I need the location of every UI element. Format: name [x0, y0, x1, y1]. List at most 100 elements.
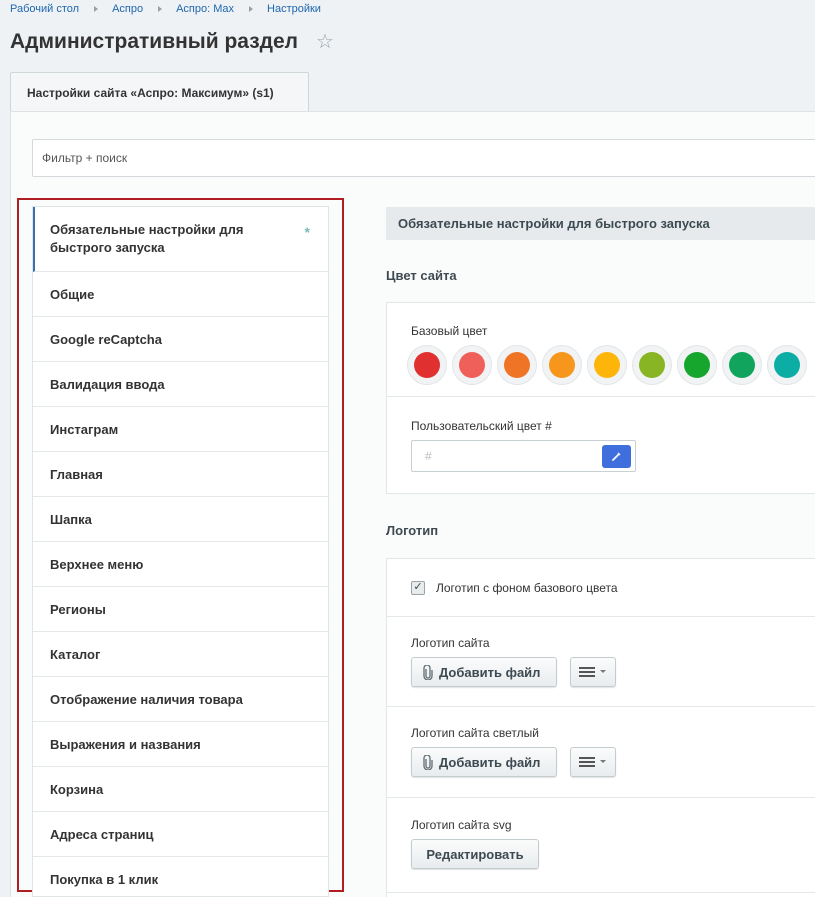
color-swatch-fill — [594, 352, 620, 378]
file-options-menu-button[interactable] — [570, 657, 616, 687]
settings-content: Обязательные настройки для быстрого запу… — [386, 207, 815, 240]
add-file-label: Добавить файл — [439, 754, 541, 770]
color-picker-button[interactable] — [602, 444, 631, 468]
eyedropper-icon — [611, 452, 620, 461]
menu-item-general[interactable]: Общие — [33, 272, 328, 317]
color-swatch-fill — [504, 352, 530, 378]
logo-light-label: Логотип сайта светлый — [411, 726, 539, 740]
filter-search-input[interactable]: Фильтр + поиск — [32, 139, 815, 177]
menu-item-regions[interactable]: Регионы — [33, 587, 328, 632]
menu-item-label: Обязательные настройки для быстрого запу… — [50, 222, 244, 255]
page-title: Административный раздел — [10, 30, 299, 53]
filter-placeholder: Фильтр + поиск — [42, 151, 128, 165]
menu-item-header[interactable]: Шапка — [33, 497, 328, 542]
breadcrumb-link-aspro[interactable]: Аспро — [112, 3, 143, 15]
base-color-label: Базовый цвет — [411, 324, 488, 338]
asterisk-icon: * — [304, 224, 310, 240]
menu-item-phrases[interactable]: Выражения и названия — [33, 722, 328, 767]
menu-item-main[interactable]: Главная — [33, 452, 328, 497]
page-title-row: Административный раздел ☆ — [10, 30, 334, 54]
paperclip-icon — [423, 664, 433, 680]
breadcrumb-link-desktop[interactable]: Рабочий стол — [10, 3, 79, 15]
tab-site-settings[interactable]: Настройки сайта «Аспро: Максимум» (s1) — [10, 72, 309, 112]
menu-item-label: Главная — [50, 466, 103, 482]
menu-item-label: Инстаграм — [50, 421, 119, 437]
logo-label: Логотип сайта — [411, 636, 490, 650]
menu-item-label: Шапка — [50, 511, 92, 527]
menu-item-top-menu[interactable]: Верхнее меню — [33, 542, 328, 587]
logo-row: Логотип сайта Добавить файл — [387, 617, 815, 707]
menu-item-label: Валидация ввода — [50, 376, 165, 392]
menu-lines-icon — [579, 757, 595, 767]
menu-item-label: Каталог — [50, 646, 101, 662]
section-title: Обязательные настройки для быстрого запу… — [398, 216, 710, 231]
star-icon[interactable]: ☆ — [316, 32, 334, 52]
logo-bg-checkbox-row: ✓ Логотип с фоном базового цвета — [387, 559, 815, 617]
custom-color-input[interactable]: # — [411, 440, 636, 472]
breadcrumb-link-settings[interactable]: Настройки — [267, 3, 321, 15]
color-settings-card: Базовый цвет Пользовательский цвет # # — [386, 302, 815, 494]
color-swatch-fill — [774, 352, 800, 378]
settings-menu: Обязательные настройки для быстрого запу… — [32, 206, 329, 897]
menu-item-quick-start[interactable]: Обязательные настройки для быстрого запу… — [33, 207, 328, 272]
logo-bg-checkbox-label: Логотип с фоном базового цвета — [436, 580, 618, 595]
add-file-button[interactable]: Добавить файл — [411, 747, 557, 777]
color-swatch[interactable] — [407, 345, 447, 385]
file-options-menu-button[interactable] — [570, 747, 616, 777]
color-swatch-fill — [549, 352, 575, 378]
logo-light-row: Логотип сайта светлый Добавить файл — [387, 707, 815, 798]
menu-item-label: Общие — [50, 286, 95, 302]
breadcrumb-link-aspro-max[interactable]: Аспро: Max — [176, 3, 234, 15]
logo-settings-card: ✓ Логотип с фоном базового цвета Логотип… — [386, 558, 815, 897]
color-swatch[interactable] — [767, 345, 807, 385]
logo-svg-label: Логотип сайта svg — [411, 818, 512, 832]
logo-bg-checkbox[interactable]: ✓ — [411, 580, 425, 595]
menu-item-instagram[interactable]: Инстаграм — [33, 407, 328, 452]
logo-group-title: Логотип — [386, 523, 439, 538]
color-swatch[interactable] — [497, 345, 537, 385]
breadcrumb-separator-icon — [249, 6, 254, 12]
tab-label: Настройки сайта «Аспро: Максимум» (s1) — [27, 85, 274, 100]
breadcrumb: Рабочий стол Аспро Аспро: Max Настройки — [10, 2, 321, 16]
custom-color-row: Пользовательский цвет # # — [387, 397, 815, 493]
menu-item-cart[interactable]: Корзина — [33, 767, 328, 812]
menu-item-stock-display[interactable]: Отображение наличия товара — [33, 677, 328, 722]
color-swatch-fill — [459, 352, 485, 378]
logo-svg-row: Логотип сайта svg Редактировать — [387, 798, 815, 893]
menu-item-label: Покупка в 1 клик — [50, 871, 159, 887]
menu-item-catalog[interactable]: Каталог — [33, 632, 328, 677]
edit-button[interactable]: Редактировать — [411, 839, 539, 869]
breadcrumb-separator-icon — [158, 6, 163, 12]
color-swatch[interactable] — [587, 345, 627, 385]
color-swatch[interactable] — [722, 345, 762, 385]
color-swatch[interactable] — [542, 345, 582, 385]
custom-color-label: Пользовательский цвет # — [411, 419, 552, 433]
menu-item-label: Отображение наличия товара — [50, 691, 243, 707]
color-swatch[interactable] — [452, 345, 492, 385]
color-group-title: Цвет сайта — [386, 268, 457, 283]
base-color-row: Базовый цвет — [387, 303, 815, 397]
edit-label: Редактировать — [426, 846, 524, 862]
paperclip-icon — [423, 754, 433, 770]
menu-item-label: Выражения и названия — [50, 736, 201, 752]
menu-item-page-addresses[interactable]: Адреса страниц — [33, 812, 328, 857]
color-swatches — [407, 345, 815, 385]
color-swatch-fill — [729, 352, 755, 378]
menu-item-one-click-buy[interactable]: Покупка в 1 клик — [33, 857, 328, 896]
menu-lines-icon — [579, 667, 595, 677]
add-file-button[interactable]: Добавить файл — [411, 657, 557, 687]
color-swatch-fill — [414, 352, 440, 378]
menu-item-label: Корзина — [50, 781, 104, 797]
add-file-label: Добавить файл — [439, 664, 541, 680]
menu-item-input-validation[interactable]: Валидация ввода — [33, 362, 328, 407]
menu-item-label: Google reCaptcha — [50, 331, 162, 347]
color-swatch[interactable] — [632, 345, 672, 385]
chevron-down-icon — [600, 670, 606, 673]
color-swatch[interactable] — [677, 345, 717, 385]
menu-item-label: Адреса страниц — [50, 826, 154, 842]
chevron-down-icon — [600, 760, 606, 763]
menu-item-label: Верхнее меню — [50, 556, 144, 572]
menu-item-recaptcha[interactable]: Google reCaptcha — [33, 317, 328, 362]
section-header: Обязательные настройки для быстрого запу… — [386, 207, 815, 240]
color-swatch-fill — [639, 352, 665, 378]
